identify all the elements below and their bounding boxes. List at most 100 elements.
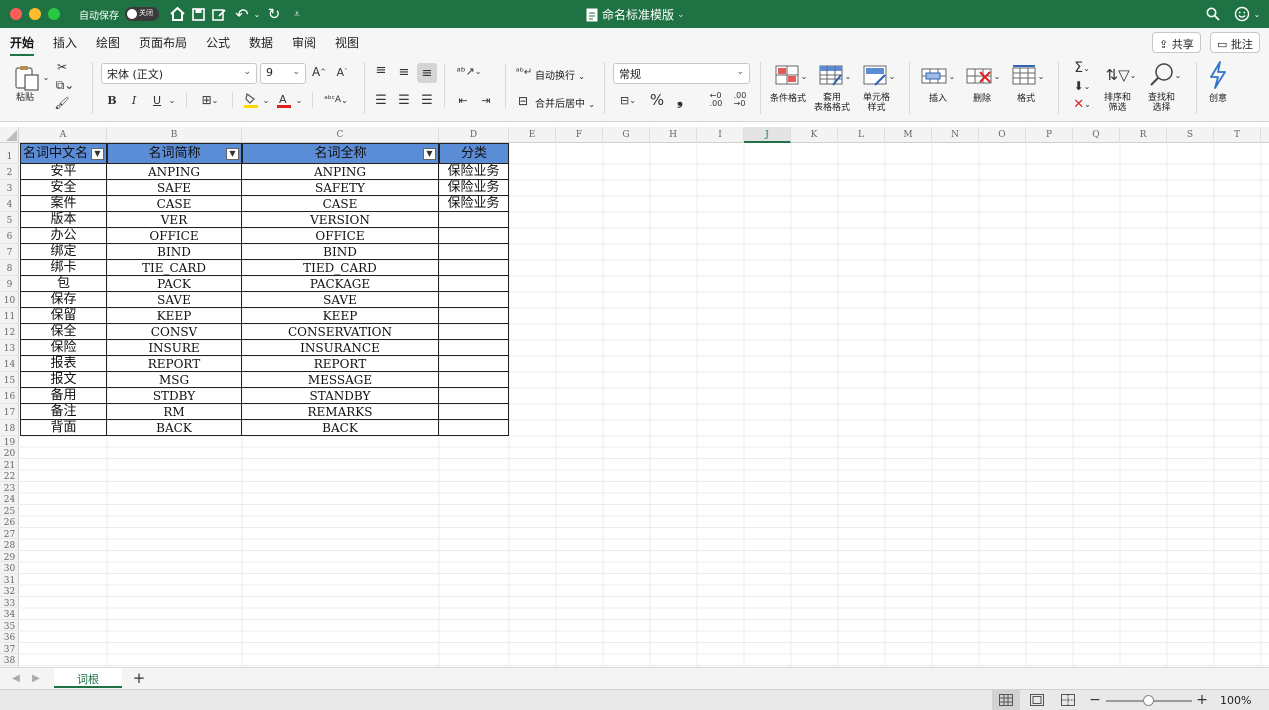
row-header[interactable]: 37 [0, 643, 19, 655]
row-header[interactable]: 12 [0, 324, 19, 340]
accounting-format-icon[interactable]: ⊟ ⌄ [614, 92, 642, 108]
column-header[interactable]: B [107, 127, 242, 143]
short-name-cell[interactable]: SAVE [107, 292, 242, 308]
full-name-cell[interactable]: KEEP [242, 308, 439, 324]
merge-center-button[interactable]: 合并后居中 ⌄ [535, 95, 595, 110]
row-header[interactable]: 33 [0, 597, 19, 609]
zoom-slider-knob[interactable] [1143, 695, 1154, 706]
category-cell[interactable] [439, 340, 509, 356]
full-name-cell[interactable]: MESSAGE [242, 372, 439, 388]
short-name-cell[interactable]: KEEP [107, 308, 242, 324]
short-name-cell[interactable]: MSG [107, 372, 242, 388]
tab-review[interactable]: 审阅 [292, 34, 316, 51]
column-header[interactable]: J [744, 127, 791, 143]
category-cell[interactable] [439, 324, 509, 340]
comma-style-icon[interactable]: ❟ [672, 91, 688, 109]
phonetic-guide-icon[interactable]: ᵃᵇᶜA ⌄ [320, 92, 352, 108]
column-header[interactable]: G [603, 127, 650, 143]
chinese-name-cell[interactable]: 绑卡 [20, 260, 107, 276]
autosum-icon[interactable]: Σ ⌄ [1068, 60, 1096, 76]
chinese-name-cell[interactable]: 备用 [20, 388, 107, 404]
increase-font-size-icon[interactable]: A ^ [311, 63, 327, 81]
row-header[interactable]: 29 [0, 551, 19, 563]
filter-dropdown-icon[interactable]: ▼ [423, 148, 436, 160]
column-header[interactable]: Q [1073, 127, 1120, 143]
chinese-name-cell[interactable]: 保存 [20, 292, 107, 308]
row-header[interactable]: 23 [0, 482, 19, 494]
category-cell[interactable] [439, 276, 509, 292]
short-name-cell[interactable]: INSURE [107, 340, 242, 356]
row-header[interactable]: 6 [0, 228, 19, 244]
category-cell[interactable]: 保险业务 [439, 180, 509, 196]
decrease-indent-icon[interactable]: ⇤ [454, 92, 472, 108]
tab-page-layout[interactable]: 页面布局 [139, 34, 187, 51]
cell-styles-button[interactable]: ⌄ [860, 64, 898, 88]
category-cell[interactable] [439, 260, 509, 276]
minimize-window-button[interactable] [29, 8, 41, 20]
chinese-name-cell[interactable]: 保全 [20, 324, 107, 340]
short-name-cell[interactable]: REPORT [107, 356, 242, 372]
align-middle-icon[interactable]: ≡ [395, 64, 413, 80]
chinese-name-cell[interactable]: 案件 [20, 196, 107, 212]
close-window-button[interactable] [10, 8, 22, 20]
column-header[interactable]: R [1120, 127, 1167, 143]
delete-cells-button[interactable]: ⌄ [963, 64, 1003, 88]
row-header[interactable]: 20 [0, 447, 19, 459]
clear-icon[interactable]: ✕ ⌄ [1068, 96, 1096, 112]
header-category[interactable]: 分类 [439, 143, 509, 164]
row-header[interactable]: 19 [0, 436, 19, 448]
smiley-feedback-icon[interactable] [1232, 4, 1252, 24]
category-cell[interactable]: 保险业务 [439, 164, 509, 180]
align-center-icon[interactable]: ☰ [395, 92, 413, 108]
percent-style-icon[interactable]: % [648, 91, 666, 109]
short-name-cell[interactable]: SAFE [107, 180, 242, 196]
cut-icon[interactable]: ✂ [55, 60, 69, 74]
italic-icon[interactable]: I [127, 92, 141, 108]
chinese-name-cell[interactable]: 绑定 [20, 244, 107, 260]
fill-color-icon[interactable] [243, 91, 259, 109]
chinese-name-cell[interactable]: 保险 [20, 340, 107, 356]
column-header[interactable]: K [791, 127, 838, 143]
paste-dropdown-icon[interactable]: ⌄ [42, 71, 50, 83]
column-header[interactable]: E [509, 127, 556, 143]
bold-icon[interactable]: B [105, 92, 119, 108]
decrease-font-size-icon[interactable]: Aˇ [334, 63, 350, 81]
chinese-name-cell[interactable]: 保留 [20, 308, 107, 324]
category-cell[interactable]: 保险业务 [439, 196, 509, 212]
align-bottom-icon[interactable]: ≡ [417, 63, 437, 83]
font-size-select[interactable]: 9 ⌄ [260, 63, 306, 84]
underline-icon[interactable]: U [150, 92, 164, 108]
add-sheet-icon[interactable]: + [130, 669, 148, 687]
short-name-cell[interactable]: RM [107, 404, 242, 420]
row-header[interactable]: 13 [0, 340, 19, 356]
short-name-cell[interactable]: OFFICE [107, 228, 242, 244]
home-icon[interactable] [168, 4, 186, 24]
page-break-view-icon[interactable] [1056, 690, 1080, 710]
comments-button[interactable]: ▭ 批注 [1210, 32, 1260, 53]
row-header[interactable]: 27 [0, 528, 19, 540]
wrap-text-button[interactable]: 自动换行 ⌄ [535, 67, 585, 82]
row-header[interactable]: 36 [0, 631, 19, 643]
row-header[interactable]: 7 [0, 244, 19, 260]
row-header[interactable]: 10 [0, 292, 19, 308]
full-name-cell[interactable]: STANDBY [242, 388, 439, 404]
column-header[interactable]: L [838, 127, 885, 143]
row-header[interactable]: 9 [0, 276, 19, 292]
next-sheet-icon[interactable]: ▶ [30, 671, 42, 685]
row-header[interactable]: 35 [0, 620, 19, 632]
number-format-select[interactable]: 常规 ⌄ [613, 63, 750, 84]
row-header[interactable]: 1 [0, 143, 19, 164]
share-button[interactable]: ⇪ 共享 [1152, 32, 1201, 53]
worksheet-grid[interactable]: ABCDEFGHIJKLMNOPQRST 1 2 3 4 5 6 7 8 9 10 11 12 13 14… [0, 122, 1269, 667]
feedback-dropdown-icon[interactable]: ⌄ [1252, 4, 1262, 24]
find-select-button[interactable]: ⌄ [1144, 62, 1186, 88]
row-header[interactable]: 14 [0, 356, 19, 372]
row-header[interactable]: 28 [0, 539, 19, 551]
full-name-cell[interactable]: SAVE [242, 292, 439, 308]
row-header[interactable]: 5 [0, 212, 19, 228]
full-name-cell[interactable]: VERSION [242, 212, 439, 228]
full-name-cell[interactable]: TIED_CARD [242, 260, 439, 276]
short-name-cell[interactable]: ANPING [107, 164, 242, 180]
align-left-icon[interactable]: ☰ [372, 92, 390, 108]
row-header[interactable]: 8 [0, 260, 19, 276]
